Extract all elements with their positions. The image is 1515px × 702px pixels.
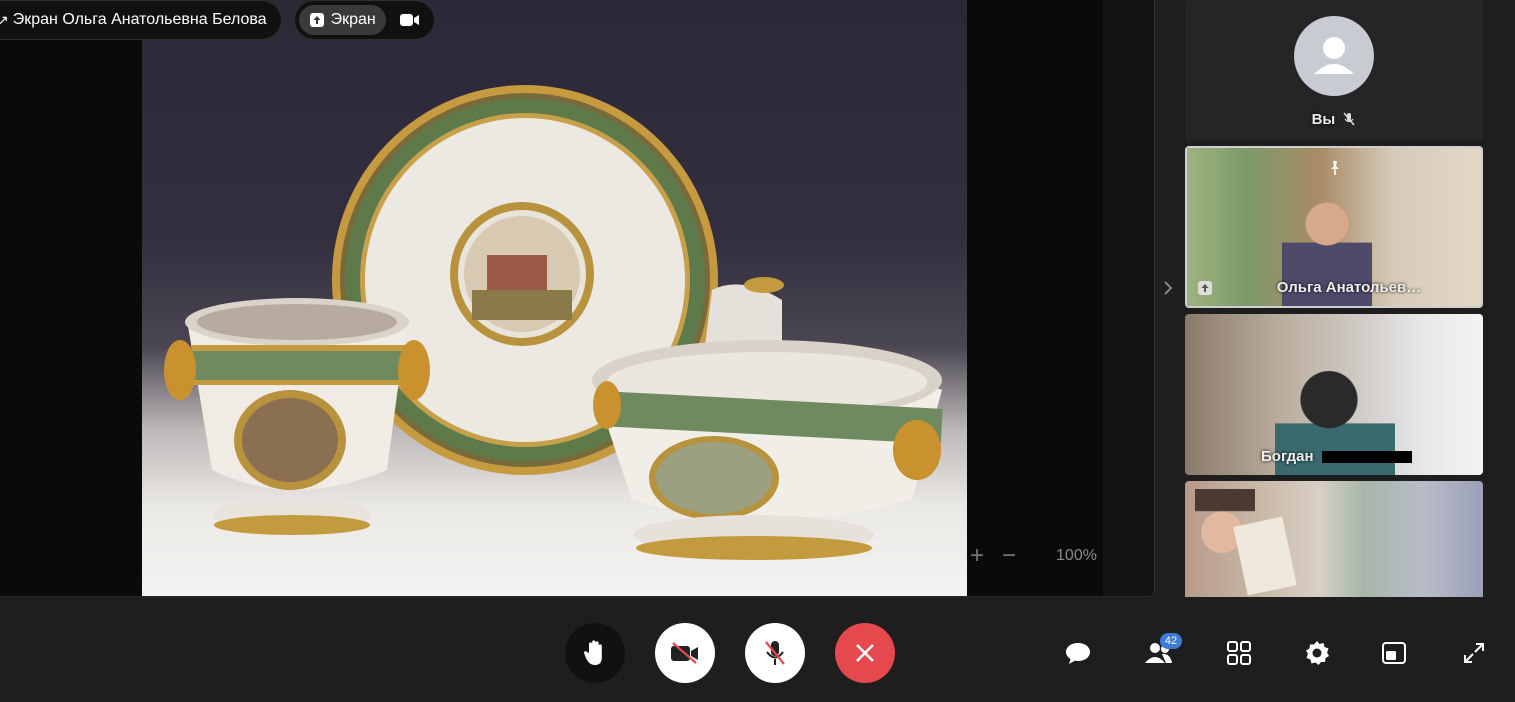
settings-button[interactable] [1299,635,1335,671]
zoom-level: 100% [1056,547,1097,564]
gear-icon [1306,641,1329,665]
hand-icon [583,640,602,665]
participant-name: Вы [1311,111,1336,128]
grid-icon [1227,641,1251,665]
redaction-mark [1321,451,1412,464]
tab-screen-label: Экран [330,11,376,28]
chat-button[interactable] [1060,635,1096,671]
share-topbar: ↗ Экран Ольга Анатольевна Белова Экран [0,0,435,40]
mic-off-icon [765,641,785,665]
grid-view-button[interactable] [1221,635,1257,671]
share-screen-icon [309,13,324,27]
participants-count-badge: 42 [1160,633,1182,649]
porcelain-illustration [164,85,943,560]
camera-off-icon [671,642,698,664]
participant-name-row: Богдан [1185,448,1483,465]
view-switch: Экран [293,0,435,40]
participant-name-row: Вы [1185,111,1483,128]
chat-bubble-icon [1066,643,1090,664]
fullscreen-button[interactable] [1456,635,1492,671]
mic-toggle-button[interactable] [745,623,805,683]
tab-camera[interactable] [396,5,424,35]
participant-name: Богдан [1261,448,1314,465]
shared-image-porcelain [142,0,967,596]
share-gutter [1103,0,1154,596]
expand-icon [1464,643,1484,663]
zoom-in-button[interactable]: + [970,544,984,568]
participant-tile-olga[interactable]: Ольга Анатольев… [1185,146,1483,308]
participant-tile-self[interactable]: Вы [1185,0,1483,140]
zoom-out-button[interactable]: − [1002,544,1016,568]
zoom-controls: + − 100% [950,534,1110,578]
participant-name: Ольга Анатольев… [1276,279,1422,296]
raise-hand-button[interactable] [565,623,625,683]
camera-toggle-button[interactable] [655,623,715,683]
avatar-placeholder-icon [1294,16,1374,96]
cursor-icon: ↗ [0,11,9,28]
end-call-button[interactable] [835,623,895,683]
tab-screen[interactable]: Экран [298,5,386,35]
video-camera-icon [399,14,419,26]
screen-share-area: + − 100% [0,0,1155,597]
share-title: Экран Ольга Анатольевна Белова [12,11,267,28]
picture-in-picture-button[interactable] [1376,635,1412,671]
share-title-pill: ↗ Экран Ольга Анатольевна Белова [0,0,282,40]
chevron-right-icon[interactable] [1162,278,1178,298]
participant-tile-bogdan[interactable]: Богдан [1185,314,1483,475]
participant-tile-4[interactable] [1185,481,1483,597]
pin-icon[interactable] [1327,160,1343,176]
pip-icon [1382,642,1406,664]
close-icon [856,644,874,662]
screen-sharing-icon [1198,281,1212,295]
mic-muted-icon [1343,112,1355,126]
